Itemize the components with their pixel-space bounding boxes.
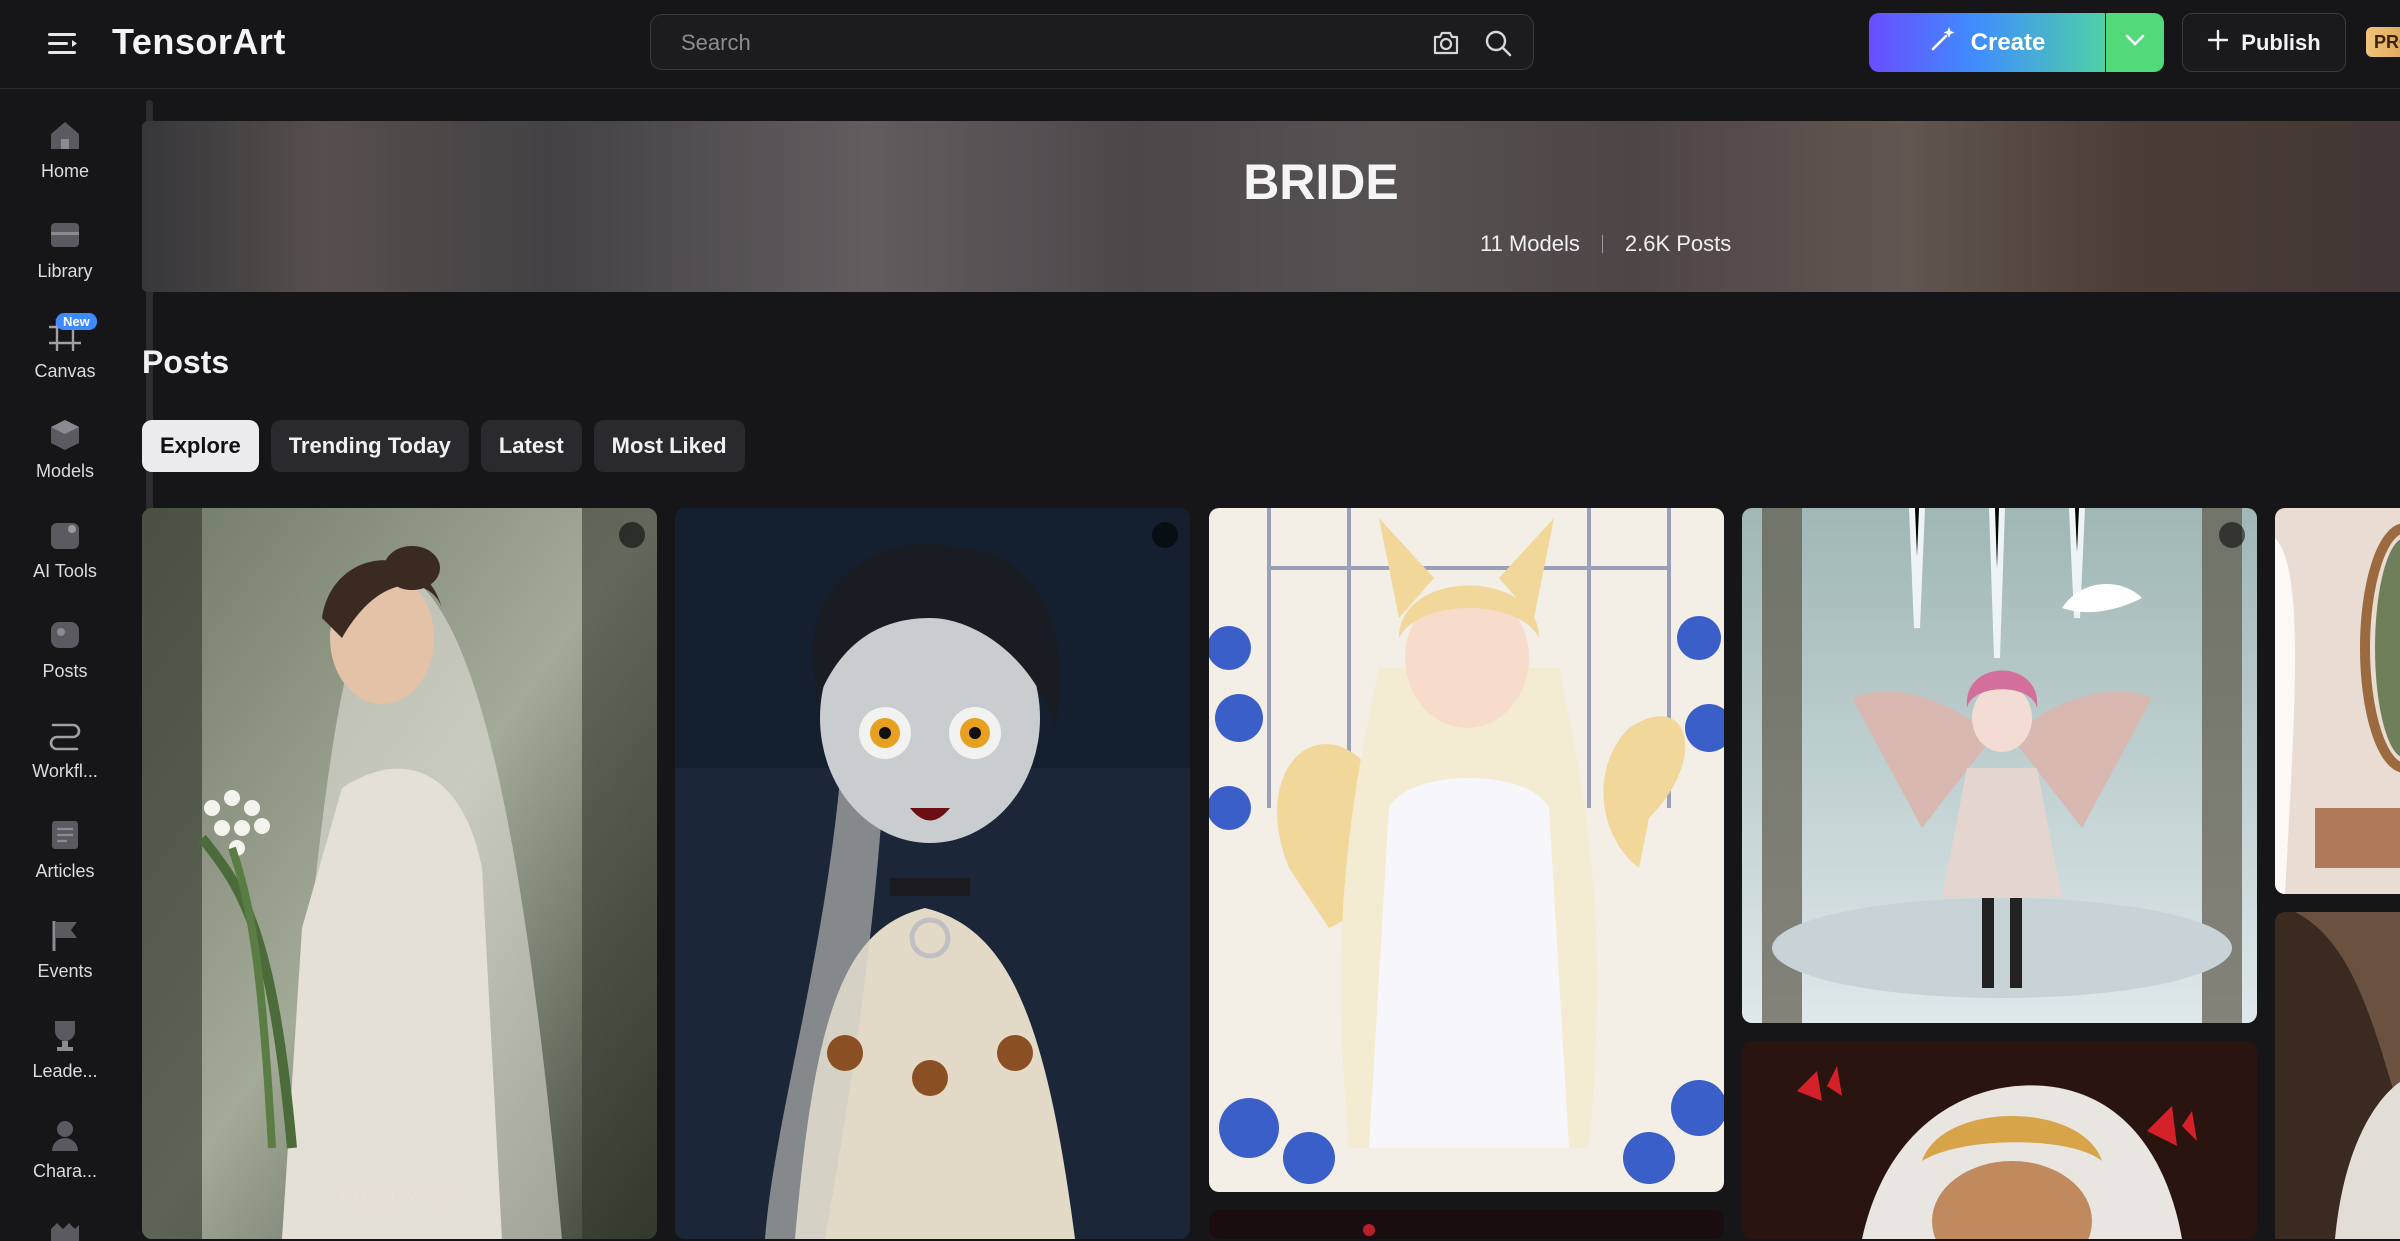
create-label: Create: [1970, 28, 2046, 56]
post-card[interactable]: [2275, 508, 2400, 894]
hero-stats: 11 Models 2.6K Posts: [1480, 231, 1731, 257]
tab-trending-today[interactable]: Trending Today: [270, 420, 469, 472]
character-icon: [52, 1121, 78, 1151]
leaderboard-icon: [55, 1021, 75, 1051]
tab-explore[interactable]: Explore: [142, 420, 259, 472]
multi-image-icon: [619, 522, 645, 548]
models-count[interactable]: 11 Models: [1480, 231, 1580, 257]
post-image: [1742, 508, 2257, 1023]
sidebar-item-label: Canvas: [34, 361, 96, 381]
stats-divider: [1601, 235, 1603, 253]
post-card[interactable]: [1209, 1210, 1724, 1239]
sidebar-item-character[interactable]: Chara...: [0, 1117, 130, 1207]
top-bar: TensorArt Create: [0, 0, 2400, 89]
sidebar-item-label: Chara...: [32, 1161, 98, 1181]
ai-tools-icon: [51, 523, 79, 549]
create-button[interactable]: Create: [1869, 13, 2105, 72]
sidebar-item-ai-tools[interactable]: AI Tools: [0, 517, 130, 607]
search-input[interactable]: [679, 15, 1423, 71]
new-badge: New: [56, 313, 97, 330]
publish-label: Publish: [2241, 29, 2321, 55]
sidebar-item-label: Posts: [42, 661, 88, 681]
post-image: [1742, 1041, 2257, 1239]
sidebar-item-workflow[interactable]: Workfl...: [0, 717, 130, 807]
post-image: [1209, 1210, 1724, 1239]
post-card[interactable]: [1742, 1041, 2257, 1239]
more-icon: [51, 1223, 79, 1241]
post-image: [675, 508, 1190, 1239]
posts-count[interactable]: 2.6K Posts: [1625, 231, 1731, 257]
tab-most-liked[interactable]: Most Liked: [593, 420, 745, 472]
post-image: [1209, 508, 1724, 1192]
search-icon[interactable]: [1483, 28, 1513, 58]
create-dropdown-button[interactable]: [2106, 13, 2164, 72]
sidebar-item-label: Library: [37, 261, 93, 281]
posts-heading: Posts: [142, 344, 230, 380]
multi-image-icon: [2219, 522, 2245, 548]
sidebar-item-label: AI Tools: [33, 561, 97, 581]
library-icon: [51, 223, 79, 247]
sidebar-item-label: Models: [35, 461, 95, 481]
articles-icon: [52, 821, 78, 849]
sidebar-item-events[interactable]: Events: [0, 917, 130, 1007]
sidebar-item-articles[interactable]: Articles: [0, 817, 130, 907]
pro-badge[interactable]: PRO: [2366, 27, 2400, 57]
sidebar-item-home[interactable]: Home: [0, 117, 130, 207]
post-card[interactable]: [1209, 508, 1724, 1192]
sidebar-item-label: Workfl...: [32, 761, 98, 781]
sidebar-item-leaderboard[interactable]: Leade...: [0, 1017, 130, 1107]
logo[interactable]: TensorArt: [112, 18, 286, 66]
post-card[interactable]: [1742, 508, 2257, 1023]
tab-latest[interactable]: Latest: [480, 420, 582, 472]
chevron-down-icon: [2124, 33, 2146, 52]
sidebar: Home Library New Canvas Models AI Tools …: [0, 89, 130, 1241]
tag-hero-banner: BRIDE 11 Models 2.6K Posts: [142, 121, 2400, 292]
models-icon: [51, 420, 79, 450]
sidebar-item-label: Articles: [35, 861, 95, 881]
events-icon: [52, 921, 77, 951]
sidebar-item-canvas[interactable]: New Canvas: [0, 313, 130, 407]
sidebar-item-label: Leade...: [32, 1061, 98, 1081]
sidebar-item-label: Events: [37, 961, 93, 981]
sidebar-item-library[interactable]: Library: [0, 217, 130, 307]
workflow-icon: [49, 723, 81, 751]
page-title: BRIDE: [1243, 154, 1399, 210]
multi-image-icon: [1152, 522, 1178, 548]
camera-icon[interactable]: [1431, 29, 1461, 57]
posts-icon: [51, 622, 79, 648]
menu-icon[interactable]: [46, 28, 82, 60]
sidebar-item-posts[interactable]: Posts: [0, 617, 130, 707]
post-image: [142, 508, 657, 1239]
magic-wand-icon: [1929, 25, 1957, 60]
plus-icon: [2207, 29, 2229, 57]
search-bar: [650, 14, 1534, 71]
image-watermark: THALWEN: [335, 1183, 464, 1208]
posts-tabs: Explore Trending Today Latest Most Liked: [142, 420, 745, 472]
post-image: [2275, 508, 2400, 894]
post-card[interactable]: [2275, 912, 2400, 1239]
sidebar-item-models[interactable]: Models: [0, 417, 130, 507]
post-card[interactable]: THALWEN: [142, 508, 657, 1239]
sidebar-item-label: Home: [40, 161, 89, 181]
publish-button[interactable]: Publish: [2182, 13, 2346, 72]
post-image: [2275, 912, 2400, 1239]
home-icon: [51, 122, 79, 149]
post-card[interactable]: [675, 508, 1190, 1239]
